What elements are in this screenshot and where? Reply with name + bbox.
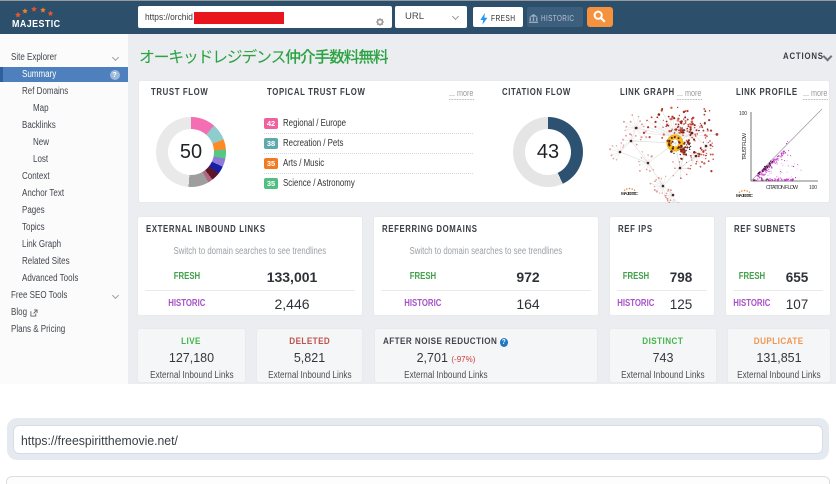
svg-text:CITATION FLOW: CITATION FLOW (766, 185, 798, 191)
svg-text:MAJESTIC: MAJESTIC (736, 193, 754, 198)
svg-text:100: 100 (809, 185, 817, 191)
svg-text:100: 100 (739, 111, 747, 117)
svg-text:MAJESTIC: MAJESTIC (621, 191, 639, 196)
svg-text:TRUST FLOW: TRUST FLOW (742, 133, 748, 160)
